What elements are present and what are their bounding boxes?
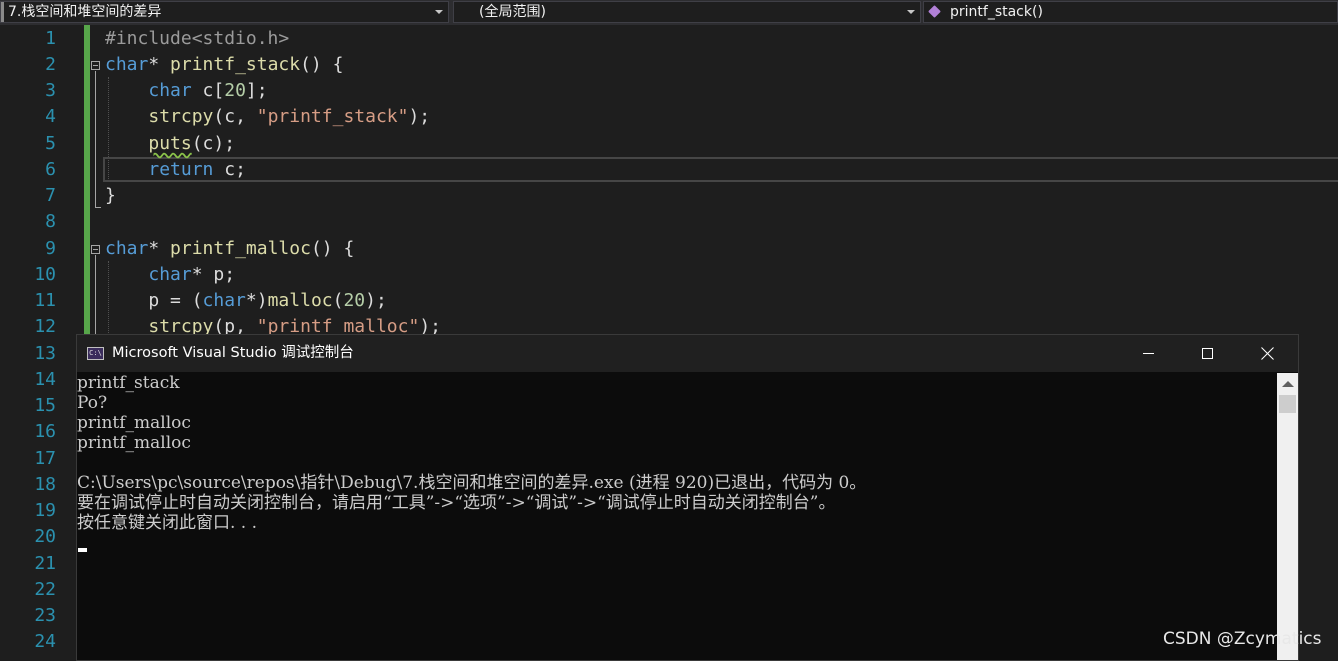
file-scope-label: 7.栈空间和堆空间的差异 [8, 4, 162, 20]
line-number: 18 [34, 474, 56, 495]
line-number: 8 [45, 211, 56, 232]
file-scope-dropdown[interactable]: 7.栈空间和堆空间的差异 [0, 1, 449, 23]
chevron-down-icon [907, 10, 915, 14]
output-line: C:\Users\pc\source\repos\指针\Debug\7.栈空间和… [77, 473, 867, 493]
minimize-icon [1143, 353, 1154, 354]
code-line[interactable]: char c[20]; [105, 78, 267, 104]
line-number: 11 [34, 290, 56, 311]
line-number: 9 [45, 238, 56, 259]
code-line[interactable]: } [105, 183, 116, 209]
scroll-up-icon[interactable] [1282, 381, 1294, 387]
minimize-button[interactable] [1120, 335, 1178, 372]
member-label: printf_stack() [950, 4, 1043, 20]
code-line[interactable]: char* printf_malloc() { [105, 236, 354, 262]
close-button[interactable] [1238, 335, 1296, 372]
line-number-gutter: 1 2 3 4 5 6 7 8 9 10 11 12 13 14 15 16 1… [0, 25, 70, 661]
console-output[interactable]: printf_stack Po? printf_malloc printf_ma… [77, 373, 1277, 660]
member-dropdown[interactable]: printf_stack() [923, 1, 1338, 23]
code-line[interactable]: p = (char*)malloc(20); [105, 288, 387, 314]
output-line: printf_malloc [77, 413, 191, 433]
line-number: 2 [45, 54, 56, 75]
line-number: 24 [34, 631, 56, 652]
code-line[interactable]: char* printf_stack() { [105, 52, 343, 78]
output-line: printf_malloc [77, 433, 191, 453]
code-line[interactable]: strcpy(c, "printf_stack"); [105, 104, 430, 130]
current-line-highlight [103, 157, 1338, 182]
console-title: Microsoft Visual Studio 调试控制台 [112, 345, 354, 361]
scrollbar-thumb[interactable] [1279, 395, 1296, 413]
collapse-icon[interactable] [91, 61, 100, 70]
line-number: 6 [45, 159, 56, 180]
line-number: 14 [34, 369, 56, 390]
line-number: 1 [45, 28, 56, 49]
line-number: 5 [45, 133, 56, 154]
line-number: 21 [34, 553, 56, 574]
line-number: 20 [34, 526, 56, 547]
watermark-text: CSDN @Zcymatics [1163, 629, 1322, 649]
maximize-icon [1202, 348, 1213, 359]
output-line: Po? [77, 393, 108, 413]
dropdown-marker [1, 2, 4, 22]
line-number: 22 [34, 579, 56, 600]
line-number: 19 [34, 500, 56, 521]
line-number: 10 [34, 264, 56, 285]
fold-guide-line [95, 255, 96, 345]
method-icon [928, 5, 941, 18]
fold-guide-line [95, 71, 96, 207]
line-number: 13 [34, 343, 56, 364]
code-line[interactable]: char* p; [105, 262, 235, 288]
code-line[interactable]: #include<stdio.h> [105, 26, 289, 52]
fold-guide-end [95, 207, 101, 208]
debug-console-window[interactable]: C:\ Microsoft Visual Studio 调试控制台 printf… [76, 334, 1299, 661]
change-tracking-bar [84, 25, 90, 335]
console-app-icon: C:\ [87, 347, 104, 360]
line-number: 17 [34, 448, 56, 469]
scope-dropdown[interactable]: (全局范围) [453, 1, 921, 23]
line-number: 23 [34, 605, 56, 626]
close-icon [1261, 347, 1274, 360]
output-line: 要在调试停止时自动关闭控制台，请启用“工具”->“选项”->“调试”->“调试停… [77, 493, 836, 513]
output-line: printf_stack [77, 373, 180, 393]
code-line[interactable]: return c; [105, 157, 246, 183]
line-number: 12 [34, 316, 56, 337]
maximize-button[interactable] [1179, 335, 1237, 372]
scope-label: (全局范围) [479, 4, 546, 20]
code-line[interactable]: puts(c); [105, 131, 235, 157]
line-number: 7 [45, 185, 56, 206]
vertical-scrollbar[interactable] [1277, 373, 1298, 660]
line-number: 4 [45, 106, 56, 127]
navigation-bar: 7.栈空间和堆空间的差异 (全局范围) printf_stack() [0, 0, 1338, 25]
text-cursor [78, 548, 87, 552]
line-number: 15 [34, 395, 56, 416]
line-number: 3 [45, 80, 56, 101]
output-line: 按任意键关闭此窗口. . . [77, 513, 258, 533]
console-title-bar[interactable]: C:\ Microsoft Visual Studio 调试控制台 [77, 335, 1298, 372]
preprocessor-directive: #include<stdio.h> [105, 28, 290, 49]
collapse-icon[interactable] [91, 245, 100, 254]
chevron-down-icon [435, 10, 443, 14]
line-number: 16 [34, 421, 56, 442]
